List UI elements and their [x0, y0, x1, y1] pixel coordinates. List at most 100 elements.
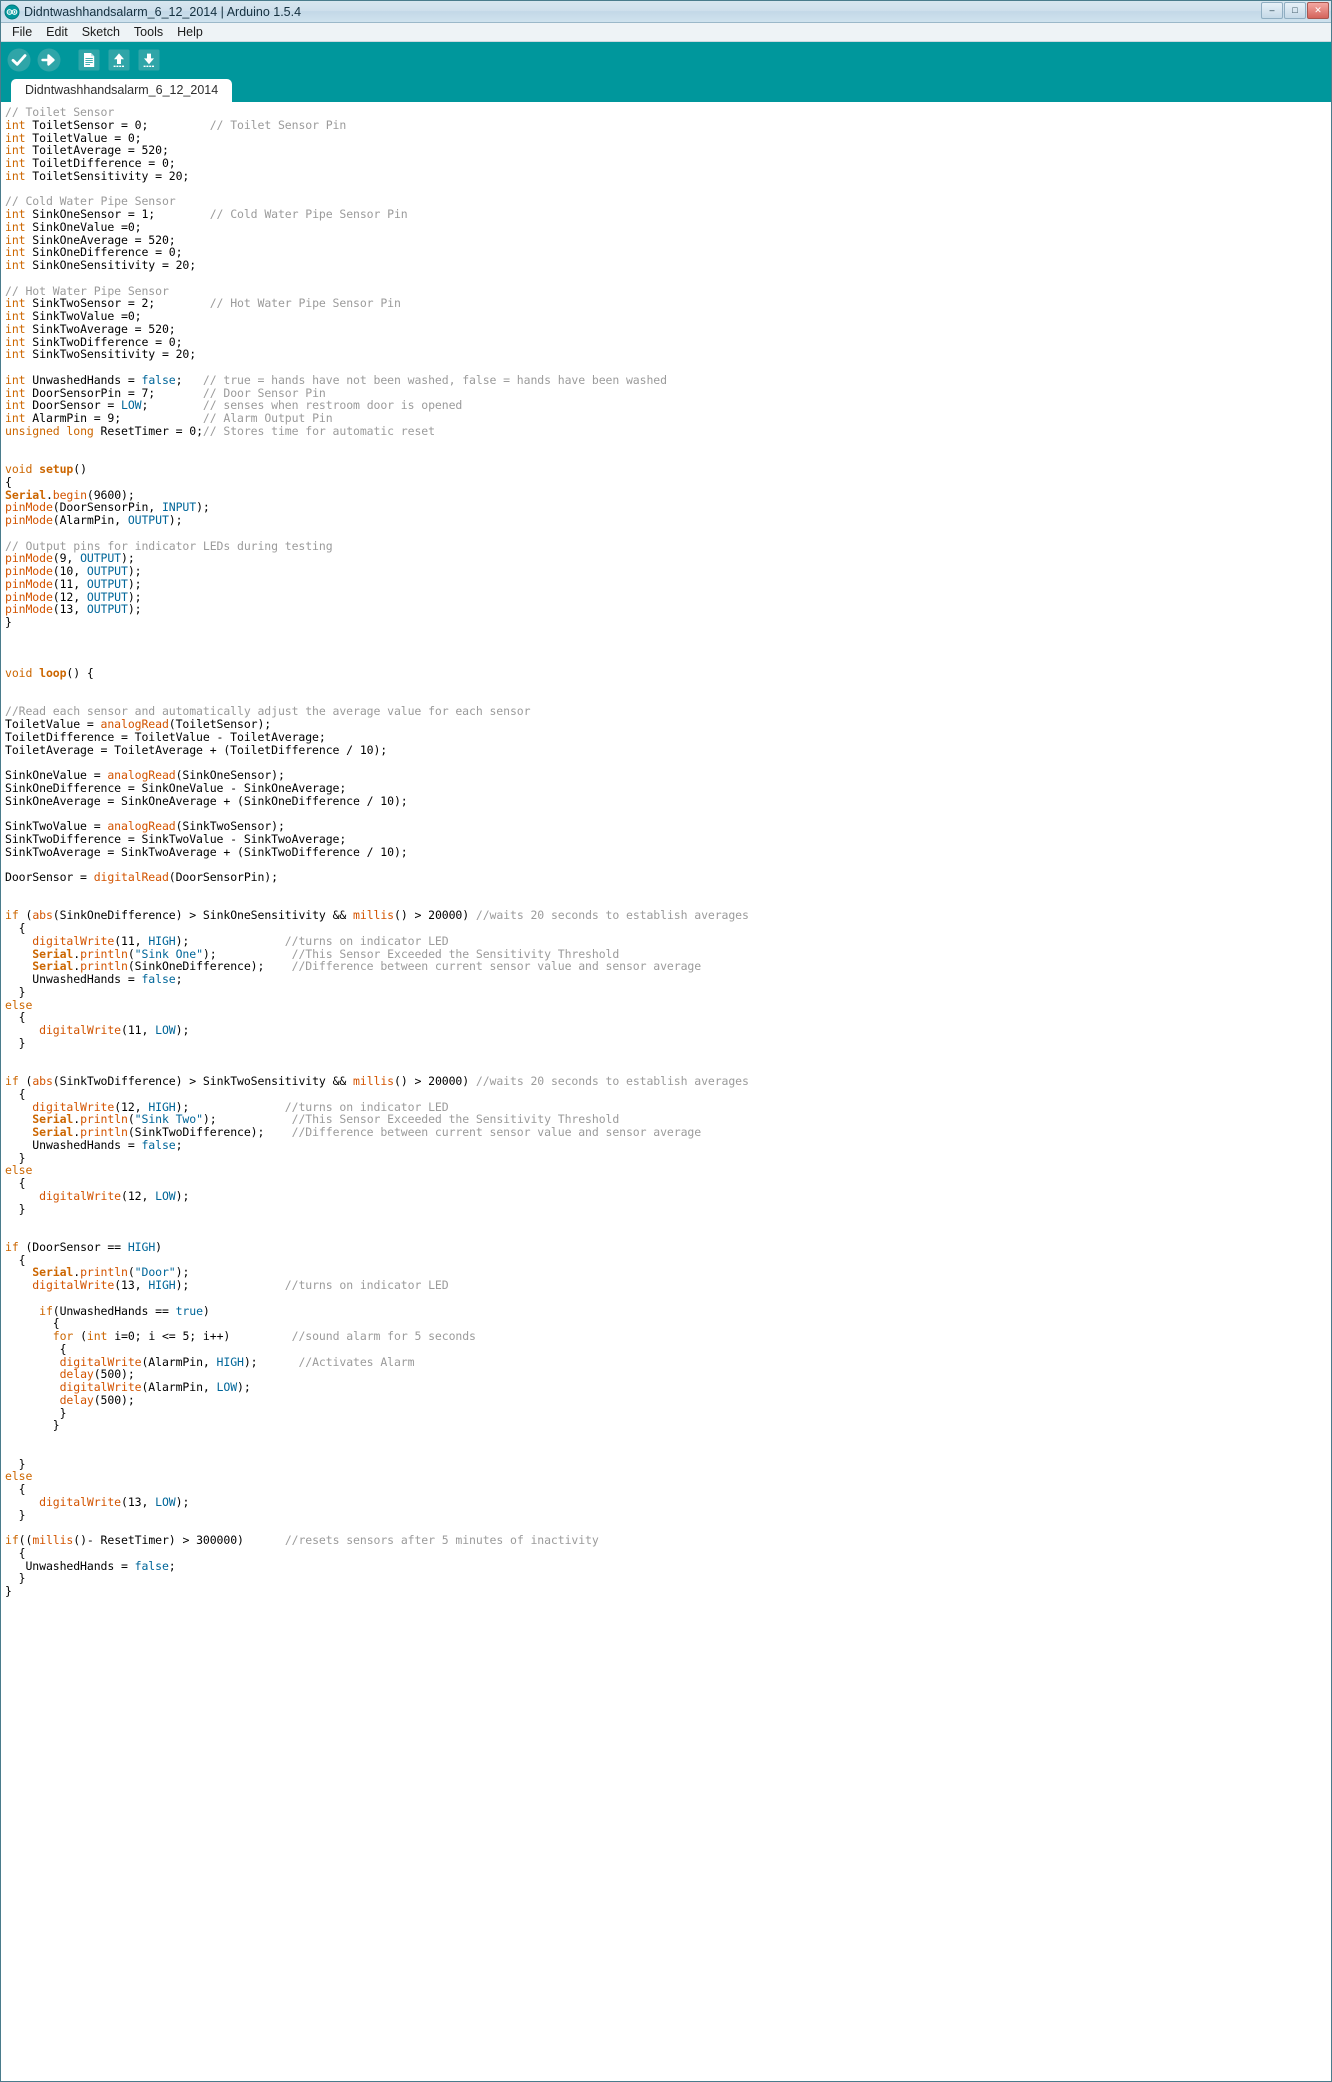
code-line: }: [5, 1405, 67, 1420]
code-line: void setup(): [5, 462, 87, 476]
code-line: {: [5, 1545, 26, 1560]
code-line: int SinkTwoSensor = 2; // Hot Water Pipe…: [5, 296, 401, 311]
new-button[interactable]: [75, 46, 103, 74]
code-line: else: [5, 1163, 33, 1178]
code-line: void loop() {: [5, 666, 94, 680]
code-line: {: [5, 474, 12, 489]
menu-item-file[interactable]: File: [5, 24, 39, 41]
code-line: {: [5, 1482, 26, 1496]
upload-button[interactable]: [35, 46, 63, 74]
code-line: int ToiletDifference = 0;: [5, 156, 176, 170]
minimize-button[interactable]: –: [1261, 2, 1283, 19]
tab-sketch-didntwashhandsalarm[interactable]: Didntwashhandsalarm_6_12_2014: [11, 79, 233, 102]
code-line: if (DoorSensor == HIGH): [5, 1239, 162, 1254]
code-line: UnwashedHands = false;: [5, 1137, 183, 1152]
code-line: SinkTwoValue = analogRead(SinkTwoSensor)…: [5, 819, 285, 833]
verify-button[interactable]: [5, 46, 33, 74]
maximize-button[interactable]: □: [1284, 2, 1306, 19]
code-editor-area[interactable]: // Toilet Sensor int ToiletSensor = 0; //…: [1, 102, 1331, 2081]
window-controls: – □ ✕: [1261, 2, 1329, 19]
code-line: }: [5, 1418, 60, 1433]
code-line: {: [5, 1252, 26, 1267]
title-bar: Didntwashhandsalarm_6_12_2014 | Arduino …: [1, 1, 1331, 23]
code-line: SinkTwoDifference = SinkTwoValue - SinkT…: [5, 831, 347, 846]
code-line: else: [5, 997, 33, 1012]
arrow-up-icon: [108, 49, 130, 71]
code-line: }: [5, 1507, 26, 1522]
menu-item-help[interactable]: Help: [170, 24, 210, 41]
code-line: if((millis()- ResetTimer) > 300000) //re…: [5, 1533, 599, 1547]
code-line: digitalWrite(11, LOW);: [39, 1023, 190, 1037]
code-line: }: [5, 984, 26, 999]
code-line: digitalWrite(13, LOW);: [39, 1494, 190, 1509]
save-button[interactable]: [135, 46, 163, 74]
code-line: SinkOneValue = analogRead(SinkOneSensor)…: [5, 768, 285, 782]
menu-item-sketch[interactable]: Sketch: [75, 24, 127, 41]
tab-strip: Didntwashhandsalarm_6_12_2014: [1, 78, 1331, 102]
code-line: int SinkOneValue =0;: [5, 219, 142, 234]
code-line: DoorSensor = digitalRead(DoorSensorPin);: [5, 870, 278, 884]
code-line: int SinkOneAverage = 520;: [5, 232, 176, 247]
code-line: }: [5, 1456, 26, 1471]
code-line: digitalWrite(AlarmPin, LOW);: [59, 1380, 251, 1394]
open-button[interactable]: [105, 46, 133, 74]
code-line: {: [5, 1176, 26, 1190]
code-line: if (abs(SinkTwoDifference) > SinkTwoSens…: [5, 1074, 749, 1088]
code-line: int ToiletAverage = 520;: [5, 143, 169, 158]
code-line: // Toilet Sensor: [5, 105, 115, 119]
new-document-icon: [78, 49, 100, 71]
code-line: digitalWrite(AlarmPin, HIGH); //Activate…: [59, 1354, 415, 1369]
code-line: }: [5, 1571, 26, 1586]
code-line: {: [5, 921, 26, 935]
code-line: UnwashedHands = false;: [5, 972, 183, 986]
code-line: if (abs(SinkOneDifference) > SinkOneSens…: [5, 908, 749, 923]
code-line: digitalWrite(12, LOW);: [39, 1188, 190, 1203]
code-line: UnwashedHands = false;: [5, 1558, 176, 1573]
code-line: int ToiletValue = 0;: [5, 130, 142, 145]
arrow-down-icon: [138, 49, 160, 71]
code-line: int SinkOneSensor = 1; // Cold Water Pip…: [5, 207, 408, 221]
code-line: int SinkOneSensitivity = 20;: [5, 258, 197, 272]
code-line: ToiletAverage = ToiletAverage + (ToiletD…: [5, 742, 388, 757]
code-line: digitalWrite(13, HIGH); //turns on indic…: [32, 1278, 449, 1292]
code-line: int SinkTwoDifference = 0;: [5, 334, 183, 349]
code-line: int SinkTwoSensitivity = 20;: [5, 347, 197, 362]
code-line: Serial.println(SinkTwoDifference); //Dif…: [32, 1125, 702, 1139]
code-line: }: [5, 1201, 26, 1216]
menu-bar: File Edit Sketch Tools Help: [1, 23, 1331, 42]
toolbar: [1, 42, 1331, 78]
code-line: int SinkTwoValue =0;: [5, 309, 142, 323]
code-line: {: [5, 1341, 67, 1356]
code-line: SinkTwoAverage = SinkTwoAverage + (SinkT…: [5, 844, 408, 859]
code-line: ToiletDifference = ToiletValue - ToiletA…: [5, 729, 326, 744]
code-line: }: [5, 615, 12, 629]
code-line: int ToiletSensitivity = 20;: [5, 168, 190, 183]
code-line: pinMode(12, OUTPUT);: [5, 589, 142, 604]
code-line: // Output pins for indicator LEDs during…: [5, 538, 333, 553]
source-code[interactable]: // Toilet Sensor int ToiletSensor = 0; //…: [5, 106, 1331, 1598]
code-line: unsigned long ResetTimer = 0;// Stores t…: [5, 423, 435, 438]
close-button[interactable]: ✕: [1307, 2, 1329, 19]
code-line: {: [5, 1086, 26, 1101]
code-line: else: [5, 1469, 33, 1484]
arrow-right-icon: [37, 48, 61, 72]
code-line: pinMode(11, OUTPUT);: [5, 576, 142, 591]
menu-item-edit[interactable]: Edit: [39, 24, 75, 41]
checkmark-icon: [7, 48, 31, 72]
code-line: pinMode(DoorSensorPin, INPUT);: [5, 500, 210, 515]
code-line: pinMode(AlarmPin, OUTPUT);: [5, 513, 183, 527]
code-line: digitalWrite(11, HIGH); //turns on indic…: [32, 933, 449, 948]
menu-item-tools[interactable]: Tools: [127, 24, 170, 41]
